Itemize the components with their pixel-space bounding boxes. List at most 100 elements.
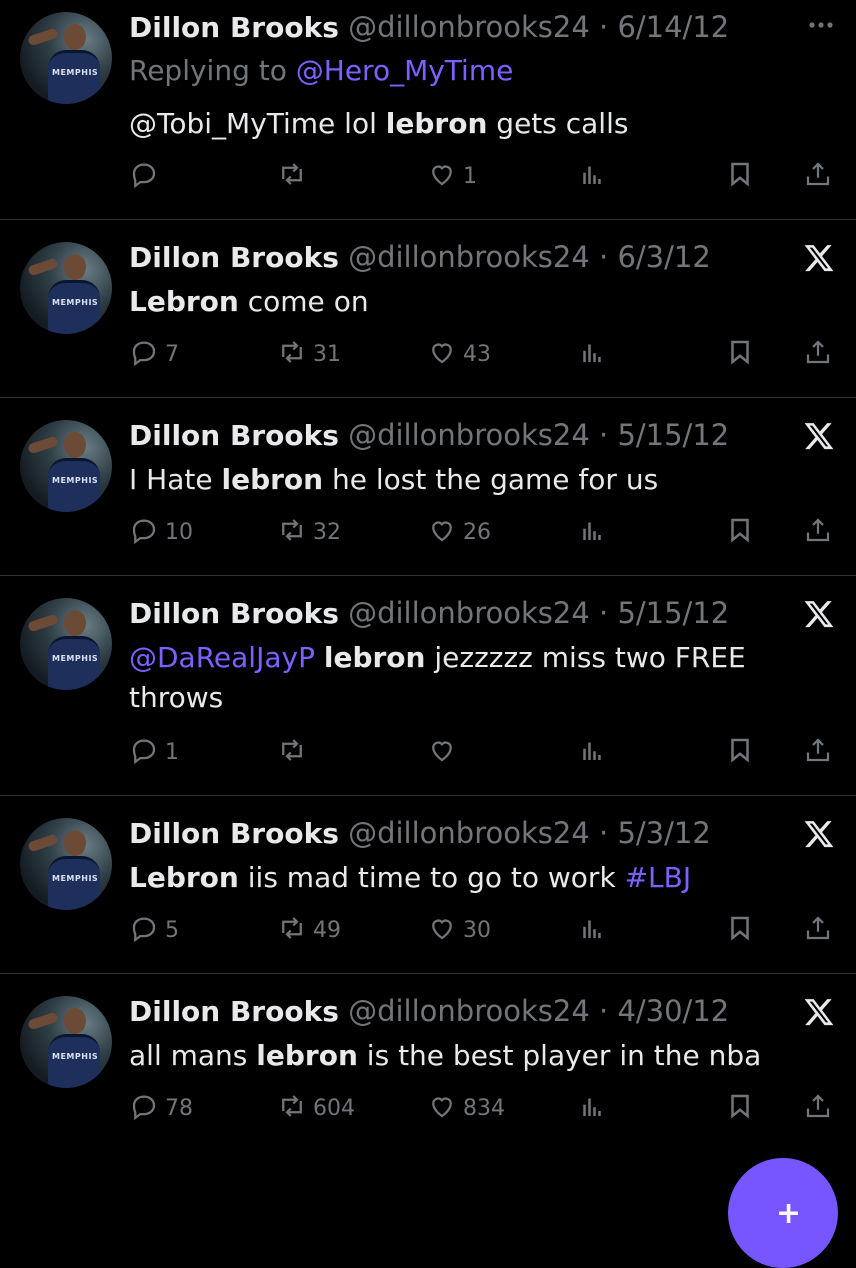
reply-button[interactable] xyxy=(129,158,165,194)
tweet-date[interactable]: 4/30/12 xyxy=(617,994,729,1028)
author-name[interactable]: Dillon Brooks xyxy=(129,817,339,850)
compose-fab-button[interactable]: + xyxy=(728,1158,838,1268)
tweet-header: Dillon Brooks @dillonbrooks24 · 5/15/12 xyxy=(129,596,729,631)
tweet[interactable]: MEMPHIS Dillon Brooks @dillonbrooks24 · … xyxy=(0,220,856,398)
retweet-icon xyxy=(277,913,307,947)
retweet-button[interactable]: 604 xyxy=(277,1090,355,1126)
reply-button[interactable]: 1 xyxy=(129,734,179,770)
author-name[interactable]: Dillon Brooks xyxy=(129,241,339,274)
reply-button[interactable]: 78 xyxy=(129,1090,193,1126)
tweet-date[interactable]: 5/15/12 xyxy=(617,418,729,452)
author-handle[interactable]: @dillonbrooks24 xyxy=(348,10,590,44)
retweet-button[interactable]: 31 xyxy=(277,336,341,372)
more-icon[interactable] xyxy=(806,10,836,44)
mention-link[interactable]: @DaRealJayP xyxy=(129,641,315,674)
views-button[interactable] xyxy=(577,514,607,550)
author-handle[interactable]: @dillonbrooks24 xyxy=(348,816,590,850)
author-name[interactable]: Dillon Brooks xyxy=(129,995,339,1028)
text-segment: iis mad time to go to work xyxy=(238,861,625,894)
hashtag-link[interactable]: #LBJ xyxy=(625,861,692,894)
text-segment: gets calls xyxy=(487,107,629,140)
reply-button[interactable]: 7 xyxy=(129,336,179,372)
like-button[interactable]: 26 xyxy=(427,514,491,550)
like-button[interactable]: 30 xyxy=(427,912,491,948)
views-button[interactable] xyxy=(577,1090,607,1126)
tweet[interactable]: MEMPHIS Dillon Brooks @dillonbrooks24 · … xyxy=(0,974,856,1200)
retweet-icon xyxy=(277,337,307,371)
views-button[interactable] xyxy=(577,912,607,948)
share-button[interactable] xyxy=(803,514,833,550)
tweet[interactable]: MEMPHIS Dillon Brooks @dillonbrooks24 · … xyxy=(0,576,856,796)
reply-button[interactable]: 5 xyxy=(129,912,179,948)
author-handle[interactable]: @dillonbrooks24 xyxy=(348,418,590,452)
tweet[interactable]: MEMPHIS Dillon Brooks @dillonbrooks24 · … xyxy=(0,398,856,576)
like-button[interactable]: 1 xyxy=(427,158,477,194)
x-logo-icon[interactable] xyxy=(802,818,836,854)
avatar-jersey-text: MEMPHIS xyxy=(52,68,99,77)
tweet[interactable]: MEMPHIS Dillon Brooks @dillonbrooks24 · … xyxy=(0,796,856,974)
bookmark-button[interactable] xyxy=(725,514,755,550)
bookmark-button[interactable] xyxy=(725,158,755,194)
like-count: 834 xyxy=(463,1095,505,1121)
like-button[interactable] xyxy=(427,734,463,770)
bookmark-button[interactable] xyxy=(725,912,755,948)
like-button[interactable]: 43 xyxy=(427,336,491,372)
share-icon xyxy=(803,913,833,947)
tweet-date[interactable]: 5/15/12 xyxy=(617,596,729,630)
share-button[interactable] xyxy=(803,158,833,194)
retweet-count: 49 xyxy=(313,917,341,943)
text-segment: is the best player in the nba xyxy=(357,1039,762,1072)
x-logo-icon[interactable] xyxy=(802,996,836,1032)
tweet-date[interactable]: 6/3/12 xyxy=(617,240,710,274)
text-segment: @Tobi_MyTime lol xyxy=(129,107,386,140)
like-button[interactable]: 834 xyxy=(427,1090,505,1126)
tweet-date[interactable]: 6/14/12 xyxy=(617,10,729,44)
share-button[interactable] xyxy=(803,912,833,948)
separator: · xyxy=(599,240,609,274)
author-handle[interactable]: @dillonbrooks24 xyxy=(348,596,590,630)
text-segment: all mans xyxy=(129,1039,257,1072)
bookmark-button[interactable] xyxy=(725,336,755,372)
retweet-icon xyxy=(277,735,307,769)
avatar[interactable]: MEMPHIS xyxy=(20,818,112,910)
tweet[interactable]: MEMPHIS Dillon Brooks @dillonbrooks24 · … xyxy=(0,0,856,220)
avatar-jersey-text: MEMPHIS xyxy=(52,1052,99,1061)
reply-button[interactable]: 10 xyxy=(129,514,193,550)
tweet-date[interactable]: 5/3/12 xyxy=(617,816,710,850)
views-button[interactable] xyxy=(577,336,607,372)
replying-prefix: Replying to xyxy=(129,54,296,87)
reply-icon xyxy=(129,159,159,193)
views-button[interactable] xyxy=(577,158,607,194)
retweet-button[interactable]: 32 xyxy=(277,514,341,550)
author-name[interactable]: Dillon Brooks xyxy=(129,419,339,452)
author-handle[interactable]: @dillonbrooks24 xyxy=(348,240,590,274)
heart-icon xyxy=(427,913,457,947)
retweet-icon xyxy=(277,515,307,549)
text-segment: I Hate xyxy=(129,463,222,496)
avatar[interactable]: MEMPHIS xyxy=(20,242,112,334)
author-name[interactable]: Dillon Brooks xyxy=(129,11,339,44)
views-button[interactable] xyxy=(577,734,607,770)
replying-to-link[interactable]: @Hero_MyTime xyxy=(296,54,514,87)
avatar[interactable]: MEMPHIS xyxy=(20,420,112,512)
retweet-button[interactable] xyxy=(277,734,313,770)
avatar[interactable]: MEMPHIS xyxy=(20,12,112,104)
bookmark-button[interactable] xyxy=(725,1090,755,1126)
retweet-button[interactable]: 49 xyxy=(277,912,341,948)
retweet-button[interactable] xyxy=(277,158,313,194)
x-logo-icon[interactable] xyxy=(802,598,836,634)
x-logo-icon[interactable] xyxy=(802,420,836,456)
x-logo-icon[interactable] xyxy=(802,242,836,278)
share-icon xyxy=(803,337,833,371)
avatar[interactable]: MEMPHIS xyxy=(20,996,112,1088)
author-handle[interactable]: @dillonbrooks24 xyxy=(348,994,590,1028)
avatar[interactable]: MEMPHIS xyxy=(20,598,112,690)
text-bold: Lebron xyxy=(129,285,239,318)
share-icon xyxy=(803,1091,833,1125)
text-segment xyxy=(315,641,324,674)
share-button[interactable] xyxy=(803,734,833,770)
author-name[interactable]: Dillon Brooks xyxy=(129,597,339,630)
share-button[interactable] xyxy=(803,336,833,372)
share-button[interactable] xyxy=(803,1090,833,1126)
bookmark-button[interactable] xyxy=(725,734,755,770)
